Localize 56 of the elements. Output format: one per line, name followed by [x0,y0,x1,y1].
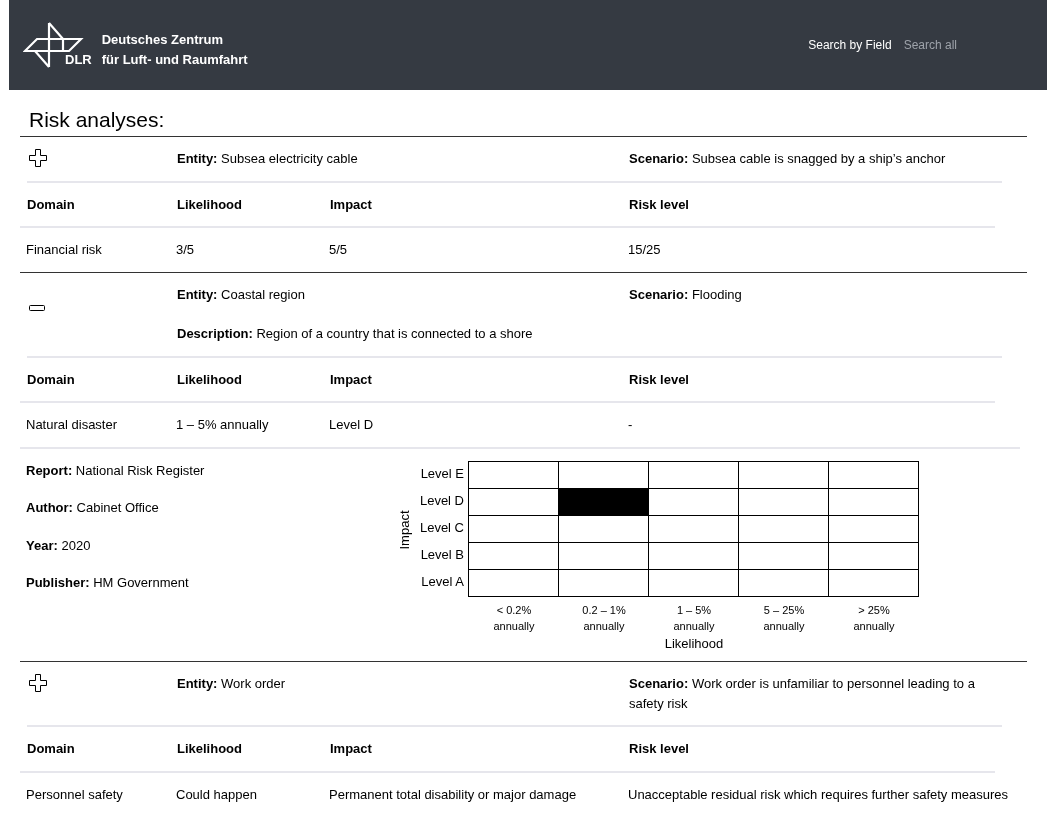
column-header: Risk level [629,370,690,389]
table-cell-text: Permanent total disability or major damage [329,785,578,804]
axis-label: Likelihood [664,634,724,653]
column-header: Risk level [629,740,690,758]
column-header: Likelihood [177,740,243,758]
description-text: Description: Region of a country that is connected to a shore [177,325,533,343]
org-name: Deutsches Zentrum [101,31,225,49]
column-header: Risk level [629,195,690,214]
nav-link[interactable]: Search by Field [808,36,892,54]
table-cell-text: Natural disaster [26,416,119,434]
table-cell-text: Financial risk [26,241,103,259]
table-cell-text: 5/5 [329,241,349,259]
table-cell-text: Personnel safety [26,785,124,804]
logo-text: DLR [65,50,92,69]
row-label: Level D [418,492,465,511]
collapse-icon[interactable] [29,304,45,311]
column-header: Impact [330,740,373,758]
column-label: 1 – 5% annually [672,602,716,634]
scenario-text: Scenario: Flooding [629,285,743,304]
table-cell-text: Unacceptable residual risk which requires further safety measures [628,785,1010,804]
scenario-text: Scenario: Work order is unfamiliar to personnel leading to a safety risk [629,675,976,713]
column-label: 5 – 25% annually [762,602,806,634]
table-cell-text: - [628,416,634,434]
row-label: Level B [419,546,465,565]
row-label: Level A [420,573,465,592]
table-cell-text: 15/25 [628,241,662,259]
entity-text: Entity: Coastal region [177,285,305,304]
column-label: 0.2 – 1% annually [581,602,627,634]
column-label: > 25% annually [852,602,896,634]
entity-text: Entity: Work order [177,675,286,693]
column-header: Likelihood [177,370,243,389]
row-label: Level E [419,465,465,484]
detail-text: Author: Cabinet Office [26,499,159,517]
detail-text: Year: 2020 [26,536,91,555]
table-cell-text: 1 – 5% annually [176,416,270,434]
expand-icon[interactable] [29,674,47,692]
column-header: Impact [330,195,373,214]
table-cell-text: Could happen [176,785,258,804]
detail-text: Report: National Risk Register [26,461,205,480]
row-label: Level C [418,519,465,538]
detail-text: Publisher: HM Government [26,574,189,592]
column-header: Domain [27,740,76,758]
column-header: Impact [330,370,373,389]
org-name: für Luft- und Raumfahrt [101,50,248,69]
scenario-text: Scenario: Subsea cable is snagged by a ship’s anchor [629,150,947,168]
column-header: Domain [27,370,76,389]
nav-link[interactable]: Search all [903,36,957,54]
expand-icon[interactable] [29,149,47,167]
column-label: < 0.2% annually [492,602,536,634]
column-header: Likelihood [177,195,243,214]
page-title: Risk analyses: [28,107,166,133]
axis-label: Impact [396,510,412,549]
table-cell-text: 3/5 [176,241,196,259]
table-cell-text: Level D [329,416,375,434]
entity-text: Entity: Subsea electricity cable [177,150,358,168]
column-header: Domain [27,195,76,214]
